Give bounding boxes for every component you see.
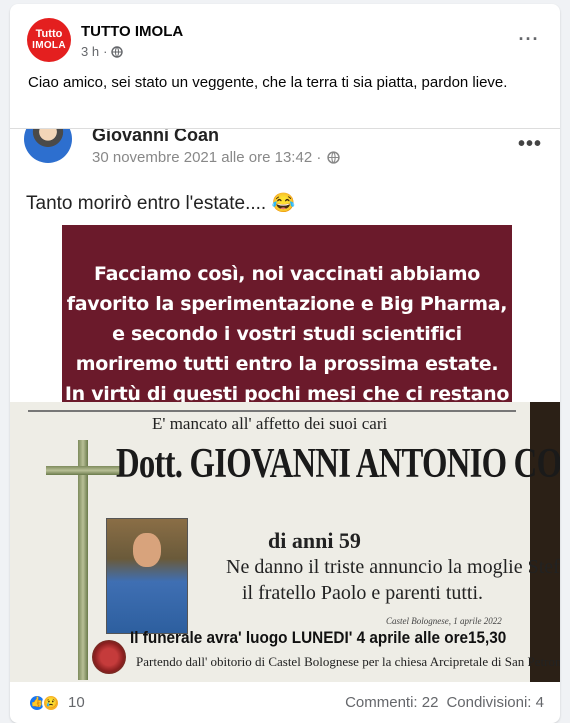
embedded-author: Giovanni Coan [92, 128, 220, 145]
obituary-age: di anni 59 [268, 528, 361, 553]
post-meta: 3 h · [81, 44, 124, 59]
post-card: Tutto IMOLA TUTTO IMOLA 3 h · ··· Ciao a… [10, 4, 560, 723]
separator-dot: · [103, 44, 108, 59]
quote-image: Facciamo così, noi vaccinati abbiamo fav… [62, 225, 512, 406]
more-options-button[interactable]: ··· [514, 24, 544, 54]
obituary-intro: E' mancato all' affetto dei suoi cari [152, 414, 388, 433]
reactions-summary[interactable]: 👍 😢 10 [28, 693, 85, 712]
obituary-line-1: Ne danno il triste annuncio la moglie St… [226, 556, 560, 578]
border-line [28, 410, 516, 412]
page-name-link[interactable]: TUTTO IMOLA [81, 23, 183, 40]
quote-line: Facciamo così, noi vaccinati abbiamo [94, 263, 480, 285]
avatar-text-top: Tutto [35, 27, 63, 40]
embedded-screenshot[interactable]: Giovanni Coan 30 novembre 2021 alle ore … [10, 128, 560, 406]
embedded-text: Tanto morirò entro l'estate.... 😂 [26, 193, 296, 214]
comments-link[interactable]: Commenti: 22 [345, 694, 438, 711]
quote-line: e secondo i vostri studi scientifici [112, 323, 462, 345]
obituary-paper: E' mancato all' affetto dei suoi cari Do… [10, 402, 560, 682]
embedded-date: 30 novembre 2021 alle ore 13:42 · [92, 149, 341, 166]
sad-reaction-icon: 😢 [42, 693, 60, 712]
obituary-photo[interactable]: E' mancato all' affetto dei suoi cari Do… [10, 402, 560, 682]
post-footer: 👍 😢 10 Commenti: 22 Condivisioni: 4 [10, 682, 560, 723]
quote-line: moriremo tutti entro la prossima estate. [75, 353, 499, 375]
avatar-text-bottom: IMOLA [32, 39, 66, 51]
photo-face [133, 533, 161, 567]
reaction-count: 10 [68, 694, 85, 711]
page-avatar[interactable]: Tutto IMOLA [27, 18, 71, 62]
funeral-route: Partendo dall' obitorio di Castel Bologn… [136, 654, 560, 669]
post-caption: Ciao amico, sei stato un veggente, che l… [28, 74, 508, 91]
post-header: Tutto IMOLA TUTTO IMOLA 3 h · ··· [27, 14, 550, 64]
obituary-place-date: Castel Bolognese, 1 aprile 2022 [386, 616, 502, 626]
funeral-info: Il funerale avra' luogo LUNEDI' 4 aprile… [130, 628, 507, 647]
cross-arm [46, 466, 120, 475]
obituary-name: Dott. GIOVANNI ANTONIO COAN [116, 441, 560, 487]
rose-icon [92, 640, 126, 674]
quote-line: favorito la sperimentazione e Big Pharma… [66, 293, 508, 315]
globe-icon [327, 151, 341, 164]
shares-link[interactable]: Condivisioni: 4 [446, 694, 544, 711]
obituary-line-2: il fratello Paolo e parenti tutti. [242, 582, 484, 604]
post-time[interactable]: 3 h [81, 44, 99, 59]
globe-icon [111, 45, 124, 58]
embedded-date-text: 30 novembre 2021 alle ore 13:42 · [92, 149, 322, 166]
embedded-more-icon: ••• [517, 133, 542, 155]
embedded-avatar [24, 129, 72, 163]
cross-icon [78, 440, 88, 680]
deceased-photo [106, 518, 188, 634]
